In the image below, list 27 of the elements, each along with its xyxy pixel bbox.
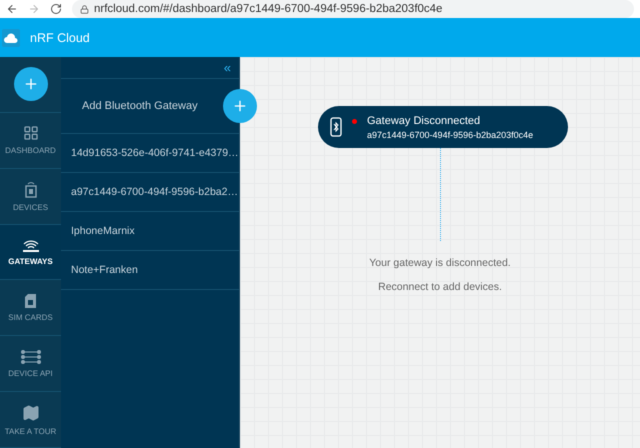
lock-icon	[80, 4, 89, 14]
gateway-icon	[22, 238, 40, 252]
dashboard-icon	[22, 125, 38, 142]
cloud-logo-icon	[2, 28, 20, 46]
sim-card-icon	[25, 294, 36, 308]
plus-icon	[232, 98, 248, 114]
bluetooth-phone-icon	[330, 117, 342, 137]
device-icon	[24, 180, 36, 198]
status-message: Reconnect to add devices.	[378, 281, 502, 293]
collapse-button[interactable]: «	[61, 57, 239, 79]
gateway-status: Gateway Disconnected	[367, 114, 482, 126]
status-message: Your gateway is disconnected.	[369, 257, 511, 269]
add-gateway-button[interactable]	[223, 89, 257, 123]
nav-item[interactable]: GATEWAYS	[0, 224, 61, 280]
app-title: nRF Cloud	[30, 30, 90, 44]
gateway-item[interactable]: a97c1449-6700-494f-9596-b2ba2…	[61, 173, 239, 212]
gateway-id: a97c1449-6700-494f-9596-b2ba203f0c4e	[367, 130, 534, 140]
reload-icon[interactable]	[50, 3, 62, 15]
add-button[interactable]	[14, 67, 48, 102]
gateway-item[interactable]: Note+Franken	[61, 251, 239, 290]
api-icon	[20, 350, 40, 364]
gateway-item[interactable]: IphoneMarnix	[61, 212, 239, 251]
address-bar[interactable]: nrfcloud.com/#/dashboard/a97c1449-6700-494f-9596-b2ba203f0c4e	[72, 0, 634, 18]
map-icon	[22, 404, 40, 422]
gateway-item[interactable]: 14d91653-526e-406f-9741-e4379…	[61, 134, 239, 173]
back-icon[interactable]	[6, 3, 18, 15]
add-gateway-item[interactable]: Add Bluetooth Gateway	[82, 96, 198, 116]
